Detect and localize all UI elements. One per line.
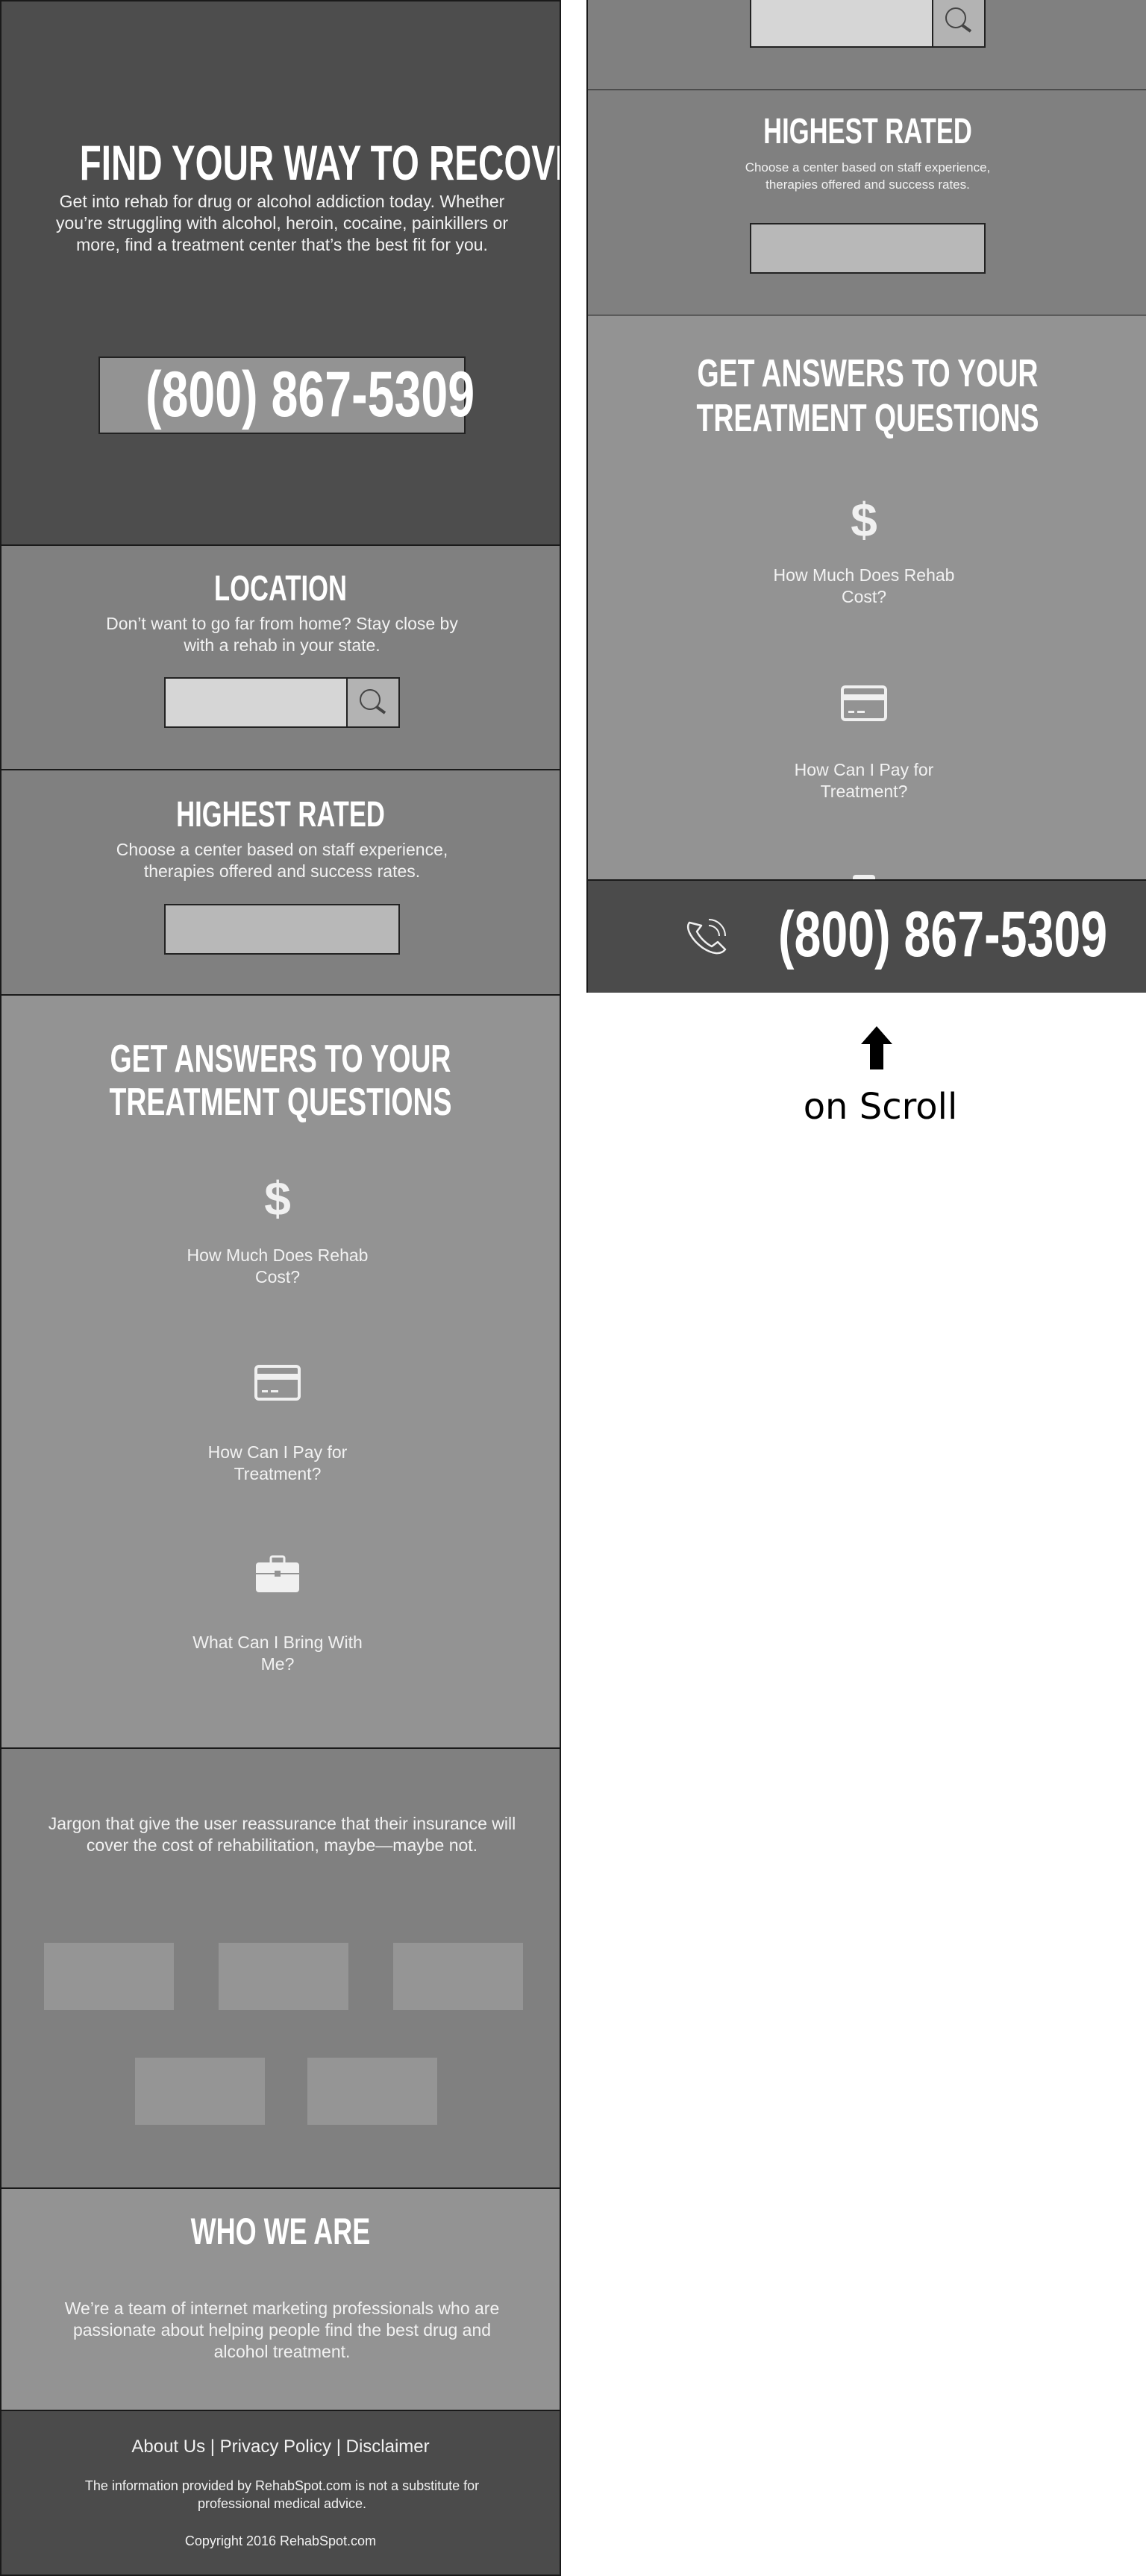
insurance-logo-2 — [219, 1943, 348, 2010]
highest-rated-text: Choose a center based on staff experienc… — [116, 840, 448, 881]
hero-title: FIND YOUR WAY TO RECOVERY — [79, 135, 560, 190]
location-section: LOCATION Don’t want to go far from home?… — [0, 544, 561, 770]
answer-item-cost[interactable]: $ How Much Does Rehab Cost? — [166, 1175, 389, 1288]
answers-title-line1: GET ANSWERS TO YOUR — [110, 1037, 451, 1081]
who-text: We’re a team of internet marketing profe… — [64, 2299, 500, 2361]
credit-card-icon — [841, 685, 887, 721]
hero-phone-button[interactable]: (800) 867-5309 — [98, 356, 475, 434]
highest-rated-section: HIGHEST RATED Choose a center based on s… — [0, 769, 561, 996]
phone-icon — [687, 919, 727, 955]
footer-link-disclaimer[interactable]: Disclaimer — [346, 2437, 430, 2457]
hero-phone-number: (800) 867-5309 — [145, 359, 475, 430]
footer-link-privacy[interactable]: Privacy Policy — [220, 2437, 331, 2457]
hero-text: Get into rehab for drug or alcohol addic… — [56, 192, 508, 254]
insurance-text: Jargon that give the user reassurance th… — [48, 1814, 516, 1855]
answer-item-bring[interactable]: What Can I Bring With Me? — [166, 1555, 389, 1675]
credit-card-icon — [254, 1365, 301, 1401]
scrolled-search-input[interactable] — [750, 0, 933, 48]
who-title: WHO WE ARE — [190, 2211, 371, 2252]
location-title: LOCATION — [214, 569, 347, 609]
insurance-section: Jargon that give the user reassurance th… — [0, 1747, 561, 2189]
answers-section: GET ANSWERS TO YOUR TREATMENT QUESTIONS $… — [0, 994, 561, 1749]
footer-copyright: Copyright 2016 RehabSpot.com — [184, 2533, 377, 2548]
insurance-logo-5 — [307, 2058, 437, 2125]
scrolled-highest-rated-section: HIGHEST RATED Choose a center based on s… — [588, 90, 1146, 316]
highest-rated-title: HIGHEST RATED — [176, 795, 385, 835]
scrolled-answer-item-cost[interactable]: $ How Much Does Rehab Cost? — [752, 493, 976, 608]
scrolled-answer-item-payment[interactable]: How Can I Pay for Treatment? — [752, 685, 976, 802]
scrolled-highest-rated-text: Choose a center based on staff experienc… — [745, 160, 991, 192]
dollar-icon: $ — [264, 1172, 291, 1225]
footer-links: About Us | Privacy Policy | Disclaimer — [131, 2437, 430, 2457]
dollar-icon: $ — [851, 493, 877, 547]
location-search-button[interactable] — [346, 677, 400, 728]
insurance-logo-3 — [393, 1943, 523, 2010]
insurance-logo-4 — [135, 2058, 265, 2125]
footer: About Us | Privacy Policy | Disclaimer T… — [0, 2410, 561, 2576]
answers-title-line2: TREATMENT QUESTIONS — [109, 1081, 452, 1124]
footer-disclaimer: The information provided by RehabSpot.co… — [84, 2478, 480, 2511]
highest-rated-select[interactable] — [164, 904, 400, 955]
scrolled-answers-section: GET ANSWERS TO YOUR TREATMENT QUESTIONS $… — [588, 315, 1146, 884]
who-we-are-section: WHO WE ARE We’re a team of internet mark… — [0, 2187, 561, 2411]
briefcase-icon — [256, 1555, 299, 1592]
arrow-up-icon — [861, 1026, 892, 1069]
scrolled-location-section — [588, 0, 1146, 91]
sticky-phone-number: (800) 867-5309 — [778, 899, 1108, 970]
on-scroll-label: on Scroll — [803, 1086, 958, 1128]
scrolled-answers-title-line2: TREATMENT QUESTIONS — [696, 397, 1039, 440]
hero-section: FIND YOUR WAY TO RECOVERY Get into rehab… — [0, 0, 561, 546]
scrolled-view: HIGHEST RATED Choose a center based on s… — [586, 0, 1146, 993]
location-text: Don’t want to go far from home? Stay clo… — [106, 614, 458, 655]
scrolled-highest-rated-title: HIGHEST RATED — [763, 112, 972, 151]
answer-item-payment[interactable]: How Can I Pay for Treatment? — [166, 1365, 389, 1485]
search-icon — [360, 689, 386, 714]
scrolled-answers-title-line1: GET ANSWERS TO YOUR — [697, 352, 1039, 395]
location-search-input[interactable] — [164, 677, 348, 728]
sticky-phone-bar[interactable]: (800) 867-5309 — [588, 879, 1146, 993]
scrolled-search-button[interactable] — [932, 0, 986, 48]
footer-link-about[interactable]: About Us — [131, 2437, 205, 2457]
insurance-logo-1 — [44, 1943, 174, 2010]
scrolled-highest-rated-select[interactable] — [750, 223, 986, 274]
search-icon — [945, 7, 972, 33]
